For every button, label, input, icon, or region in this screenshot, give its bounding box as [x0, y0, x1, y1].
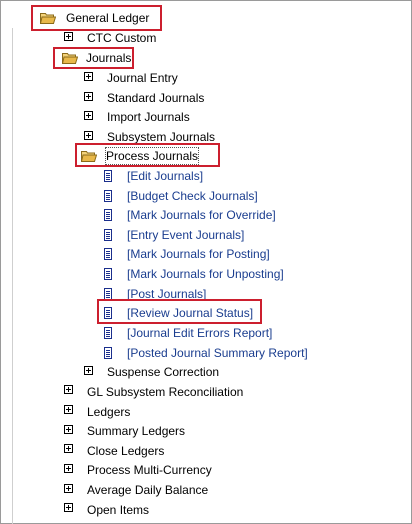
- document-icon: [104, 347, 112, 359]
- expand-plus-icon[interactable]: [64, 425, 73, 434]
- tree-link: [Mark Journals for Override]: [127, 208, 276, 222]
- document-icon: [104, 248, 112, 260]
- tree-node-average-daily-balance[interactable]: Average Daily Balance: [87, 480, 208, 500]
- tree-label: Suspense Correction: [107, 365, 220, 379]
- expand-plus-icon[interactable]: [84, 131, 93, 140]
- tree-node-standard-journals[interactable]: Standard Journals: [107, 88, 204, 108]
- tree-label: Close Ledgers: [87, 444, 165, 458]
- document-icon: [104, 190, 112, 202]
- document-icon: [104, 170, 112, 182]
- tree-item-mark-journals-for-posting[interactable]: [Mark Journals for Posting]: [104, 244, 270, 264]
- tree-link: [Edit Journals]: [127, 169, 204, 183]
- expand-plus-icon[interactable]: [64, 444, 73, 453]
- expand-plus-icon[interactable]: [64, 484, 73, 493]
- tree-node-import-journals[interactable]: Import Journals: [107, 107, 190, 127]
- expand-plus-icon[interactable]: [84, 92, 93, 101]
- expand-plus-icon[interactable]: [64, 503, 73, 512]
- tree-link: [Mark Journals for Unposting]: [127, 267, 284, 281]
- tree-label: GL Subsystem Reconciliation: [87, 385, 244, 399]
- expand-plus-icon[interactable]: [64, 385, 73, 394]
- tree-node-ledgers[interactable]: Ledgers: [87, 402, 130, 422]
- tree-node-suspense-correction[interactable]: Suspense Correction: [107, 362, 219, 382]
- document-icon: [104, 209, 112, 221]
- tree-link: [Mark Journals for Posting]: [127, 247, 270, 261]
- tree-link: [Journal Edit Errors Report]: [127, 326, 273, 340]
- tree-node-open-items[interactable]: Open Items: [87, 500, 149, 520]
- highlight-box-journals: [53, 47, 134, 69]
- document-icon: [104, 268, 112, 280]
- tree-item-edit-journals[interactable]: [Edit Journals]: [104, 166, 203, 186]
- tree-node-close-ledgers[interactable]: Close Ledgers: [87, 441, 164, 461]
- tree-node-gl-subsystem-reconciliation[interactable]: GL Subsystem Reconciliation: [87, 382, 243, 402]
- tree-link: [Budget Check Journals]: [127, 189, 258, 203]
- tree-label: Import Journals: [107, 110, 190, 124]
- tree-item-budget-check-journals[interactable]: [Budget Check Journals]: [104, 186, 258, 206]
- tree-item-posted-journal-summary-report[interactable]: [Posted Journal Summary Report]: [104, 343, 308, 363]
- tree-label: Process Multi-Currency: [87, 463, 212, 477]
- expand-plus-icon[interactable]: [84, 72, 93, 81]
- tree-label: Journal Entry: [107, 71, 178, 85]
- document-icon: [104, 327, 112, 339]
- document-icon: [104, 229, 112, 241]
- tree-label: CTC Custom: [87, 31, 157, 45]
- tree-node-journal-entry[interactable]: Journal Entry: [107, 68, 178, 88]
- tree-label: Summary Ledgers: [87, 424, 186, 438]
- tree-label: Ledgers: [87, 405, 131, 419]
- tree-node-ctc-custom[interactable]: CTC Custom: [87, 28, 156, 48]
- expand-plus-icon[interactable]: [84, 366, 93, 375]
- tree-item-journal-edit-errors-report[interactable]: [Journal Edit Errors Report]: [104, 323, 272, 343]
- tree-guide-line: [12, 28, 13, 524]
- tree-node-process-multi-currency[interactable]: Process Multi-Currency: [87, 460, 212, 480]
- expand-plus-icon[interactable]: [84, 111, 93, 120]
- highlight-box-review-journal-status: [97, 299, 262, 324]
- expand-plus-icon[interactable]: [64, 32, 73, 41]
- tree-link: [Entry Event Journals]: [127, 228, 245, 242]
- tree-item-mark-journals-for-unposting[interactable]: [Mark Journals for Unposting]: [104, 264, 284, 284]
- tree-label: Standard Journals: [107, 91, 205, 105]
- tree-label: Average Daily Balance: [87, 483, 209, 497]
- highlight-box-process-journals: [75, 143, 220, 167]
- tree-item-entry-event-journals[interactable]: [Entry Event Journals]: [104, 225, 244, 245]
- tree-label: Open Items: [87, 503, 150, 517]
- expand-plus-icon[interactable]: [64, 405, 73, 414]
- tree-link: [Posted Journal Summary Report]: [127, 346, 308, 360]
- tree-item-mark-journals-for-override[interactable]: [Mark Journals for Override]: [104, 205, 276, 225]
- tree-node-summary-ledgers[interactable]: Summary Ledgers: [87, 421, 185, 441]
- expand-plus-icon[interactable]: [64, 464, 73, 473]
